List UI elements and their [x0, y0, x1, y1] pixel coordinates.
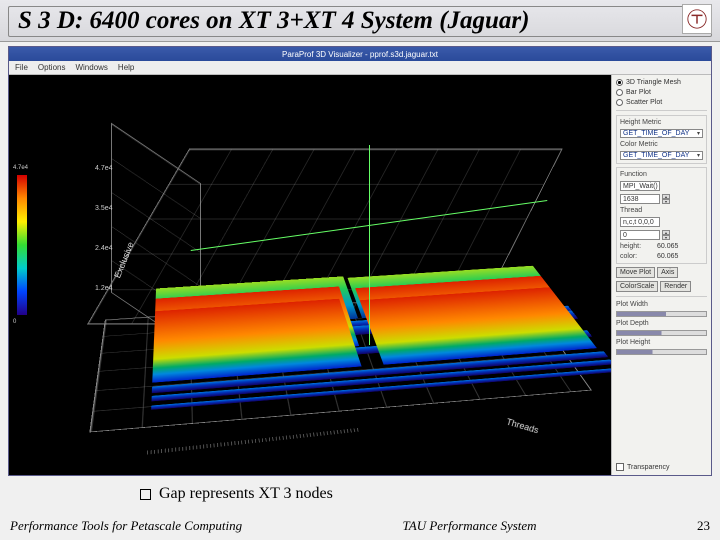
transparency-row[interactable]: Transparency: [616, 463, 707, 471]
separator: [616, 296, 707, 297]
height-select[interactable]: GET_TIME_OF_DAY ▾: [620, 129, 703, 138]
function-index[interactable]: 1638: [620, 194, 660, 204]
transparency-label: Transparency: [627, 464, 670, 471]
paraprof-window: ParaProf 3D Visualizer - pprof.s3d.jagua…: [8, 46, 712, 476]
radio-icon[interactable]: [616, 99, 623, 106]
selection-group: Function MPI_Wait() 1638 ▴▾ Thread n,c,t…: [616, 167, 707, 264]
function-spinner[interactable]: MPI_Wait(): [620, 181, 703, 191]
colorbar-min: 0: [13, 319, 16, 325]
footer-left: Performance Tools for Petascale Computin…: [10, 518, 242, 534]
z-tick: 1.2e4: [95, 285, 113, 292]
thread-index[interactable]: 0: [620, 230, 660, 240]
function-label: Function: [620, 171, 703, 178]
window-titlebar: ParaProf 3D Visualizer - pprof.s3d.jagua…: [9, 47, 711, 61]
menu-help[interactable]: Help: [118, 63, 134, 72]
slide-title: S 3 D: 6400 cores on XT 3+XT 4 System (J…: [12, 7, 529, 35]
app-body: 4.7e4 0 4.7e4 3.5e4 2.4e4 1.2e4: [9, 75, 711, 475]
separator: [616, 110, 707, 111]
plotheight-label: Plot Height: [616, 339, 707, 346]
window-title: ParaProf 3D Visualizer - pprof.s3d.jagua…: [282, 50, 438, 59]
cval-label: color:: [620, 253, 654, 260]
colorscale-button[interactable]: ColorScale: [616, 281, 658, 292]
color-select[interactable]: GET_TIME_OF_DAY ▾: [620, 151, 703, 160]
height-readout: 60.065: [657, 243, 678, 250]
color-label: Color Metric: [620, 141, 703, 148]
plotwidth-slider[interactable]: [616, 311, 707, 317]
height-label: Height Metric: [620, 119, 703, 126]
chevron-down-icon: ▾: [697, 130, 700, 137]
slide-header: S 3 D: 6400 cores on XT 3+XT 4 System (J…: [0, 0, 720, 42]
plotdepth-slider[interactable]: [616, 330, 707, 336]
bullet-text: Gap represents XT 3 nodes: [159, 485, 333, 503]
spin-down-icon[interactable]: ▾: [662, 199, 670, 204]
function-index-spinner[interactable]: 1638 ▴▾: [620, 194, 703, 204]
thread-index-spinner[interactable]: 0 ▴▾: [620, 230, 703, 240]
chevron-down-icon: ▾: [697, 152, 700, 159]
thread-value: n,c,t 0,0,0: [620, 217, 660, 227]
scatter-row[interactable]: Scatter Plot: [616, 99, 707, 106]
z-tick: 2.4e4: [95, 245, 113, 252]
scatter-label: Scatter Plot: [626, 99, 662, 106]
bullet-line: Gap represents XT 3 nodes: [140, 485, 333, 503]
colorbar-max: 4.7e4: [13, 165, 28, 171]
color-readout: 60.065: [657, 253, 678, 260]
slide-footer: Performance Tools for Petascale Computin…: [10, 518, 710, 534]
scene: 4.7e4 3.5e4 2.4e4 1.2e4: [69, 105, 569, 465]
crosshair-vertical: [369, 145, 370, 345]
viewmode-row[interactable]: 3D Triangle Mesh: [616, 79, 707, 86]
spin-down-icon[interactable]: ▾: [662, 235, 670, 240]
control-panel: 3D Triangle Mesh Bar Plot Scatter Plot H…: [611, 75, 711, 475]
radio-icon[interactable]: [616, 89, 623, 96]
z-tick: 4.7e4: [95, 165, 113, 172]
footer-center: TAU Performance System: [242, 518, 697, 534]
render-button[interactable]: Render: [660, 281, 691, 292]
axis-button[interactable]: Axis: [657, 267, 678, 278]
function-value: MPI_Wait(): [620, 181, 660, 191]
plotwidth-label: Plot Width: [616, 301, 707, 308]
hval-label: height:: [620, 243, 654, 250]
metric-group: Height Metric GET_TIME_OF_DAY ▾ Color Me…: [616, 115, 707, 164]
bullet-icon: [140, 489, 151, 500]
moveplot-button[interactable]: Move Plot: [616, 267, 655, 278]
radio-icon[interactable]: [616, 79, 623, 86]
height-select-value: GET_TIME_OF_DAY: [623, 130, 689, 137]
colorbar: [17, 175, 27, 315]
menu-file[interactable]: File: [15, 63, 28, 72]
barplot-row[interactable]: Bar Plot: [616, 89, 707, 96]
menu-options[interactable]: Options: [38, 63, 66, 72]
3d-viewport[interactable]: 4.7e4 0 4.7e4 3.5e4 2.4e4 1.2e4: [9, 75, 611, 475]
page-number: 23: [697, 518, 710, 534]
plotheight-slider[interactable]: [616, 349, 707, 355]
barplot-label: Bar Plot: [626, 89, 651, 96]
plotdepth-label: Plot Depth: [616, 320, 707, 327]
thread-spinner[interactable]: n,c,t 0,0,0: [620, 217, 703, 227]
thread-label: Thread: [620, 207, 703, 214]
menubar: File Options Windows Help: [9, 61, 711, 75]
menu-windows[interactable]: Windows: [75, 63, 107, 72]
color-select-value: GET_TIME_OF_DAY: [623, 152, 689, 159]
tau-logo: [682, 4, 712, 34]
z-tick: 3.5e4: [95, 205, 113, 212]
viewmode-label: 3D Triangle Mesh: [626, 79, 681, 86]
checkbox-icon[interactable]: [616, 463, 624, 471]
